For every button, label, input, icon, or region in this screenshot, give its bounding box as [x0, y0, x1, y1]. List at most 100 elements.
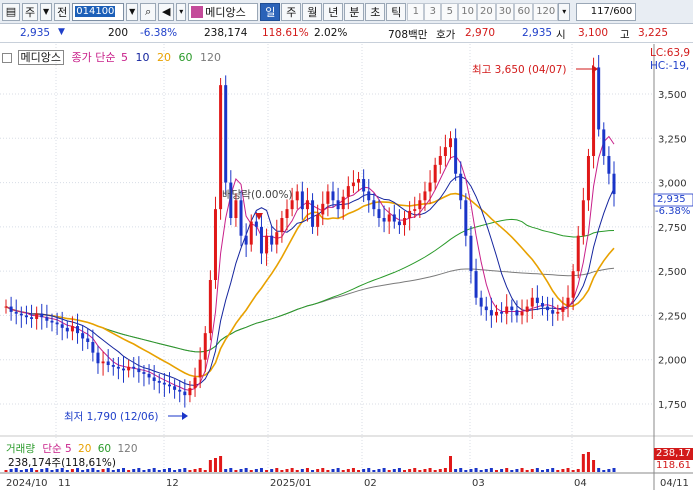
- volume-bar: [183, 468, 187, 472]
- interval-10[interactable]: 10: [458, 2, 477, 21]
- candle-body: [546, 306, 550, 311]
- date-tick-label: 02: [364, 478, 377, 489]
- candle-body: [331, 191, 335, 201]
- prev-button[interactable]: 전: [54, 2, 71, 21]
- interval-20[interactable]: 20: [476, 2, 496, 21]
- turnover-rate: 2.02%: [314, 27, 348, 39]
- period-tick[interactable]: 틱: [386, 2, 407, 21]
- candle-body: [556, 311, 560, 314]
- candle-body: [459, 173, 463, 201]
- quote-bar: 2,935 ▼ 200 -6.38% 238,174 118.61% 2.02%…: [0, 24, 693, 43]
- volume-legend-label: 거래량: [6, 443, 35, 455]
- code-dropdown-icon[interactable]: ▼: [126, 2, 139, 21]
- chart-area[interactable]: 3,500 3,250 3,000 2,750 2,500 2,250 2,000 1,750…: [0, 44, 693, 490]
- high-annotation: 최고 3,650 (04/07): [472, 64, 567, 76]
- candle-body: [111, 365, 115, 367]
- candle-body: [239, 200, 243, 236]
- candle-body: [244, 235, 248, 245]
- interval-3[interactable]: 3: [424, 2, 442, 21]
- volume-bar: [515, 469, 519, 472]
- volume-bar: [566, 468, 570, 472]
- price-tag-value: 2,935: [657, 194, 686, 205]
- candle-body: [474, 271, 478, 298]
- menu-button[interactable]: 주: [22, 2, 39, 21]
- candle-body: [316, 214, 320, 227]
- date-tick-label: 12: [166, 478, 179, 489]
- volume-bar: [300, 469, 304, 472]
- volume-bar: [239, 469, 243, 472]
- candle-body: [346, 186, 350, 197]
- candle-body: [70, 326, 74, 332]
- volume-bar: [224, 469, 228, 472]
- volume-bar: [142, 470, 146, 472]
- volume-bar: [147, 469, 151, 472]
- interval-120[interactable]: 120: [533, 2, 559, 21]
- interval-30[interactable]: 30: [495, 2, 515, 21]
- volume-bar: [295, 470, 299, 472]
- volume-bar: [500, 469, 504, 472]
- candle-body: [96, 352, 100, 364]
- candle-body: [484, 306, 488, 311]
- volume-bar: [607, 469, 611, 472]
- candle-body: [540, 303, 544, 307]
- candle-body: [270, 235, 274, 245]
- candle-body: [392, 214, 396, 222]
- volume-bar: [290, 468, 294, 472]
- volume-bar: [285, 469, 289, 472]
- period-year[interactable]: 년: [323, 2, 344, 21]
- volume-bar: [357, 470, 361, 472]
- period-second[interactable]: 초: [365, 2, 386, 21]
- volume-bar: [280, 470, 284, 472]
- candle-body: [387, 214, 391, 222]
- period-week[interactable]: 주: [281, 2, 302, 21]
- volume-bar: [397, 468, 401, 472]
- volume-bar: [520, 468, 524, 472]
- candle-body: [449, 138, 453, 148]
- candle-body: [259, 226, 263, 254]
- interval-1[interactable]: 1: [407, 2, 425, 21]
- stock-code-input[interactable]: 014100: [72, 2, 125, 21]
- menu-dropdown-icon[interactable]: ▼: [40, 2, 53, 21]
- volume-bar: [494, 470, 498, 472]
- date-tick-label: 11: [58, 478, 71, 489]
- volume-bar: [96, 470, 100, 472]
- volume-bar: [111, 470, 115, 472]
- candle-body: [413, 209, 417, 211]
- period-day[interactable]: 일: [260, 2, 281, 21]
- volume-value-label: 238,174주(118,61%): [8, 457, 116, 469]
- volume-bar: [4, 470, 8, 472]
- low-annotation: 최저 1,790 (12/06): [64, 411, 159, 423]
- candle-body: [433, 164, 437, 183]
- volume-bar: [551, 468, 555, 472]
- candle-body: [551, 310, 555, 314]
- volume-bar: [259, 468, 263, 472]
- date-tick-label: 03: [472, 478, 485, 489]
- candle-body: [137, 368, 141, 373]
- speaker-icon[interactable]: ◀: [158, 2, 175, 21]
- speaker-dropdown-icon[interactable]: ▾: [176, 2, 187, 21]
- interval-60[interactable]: 60: [514, 2, 534, 21]
- stock-tag-icon: [191, 5, 204, 18]
- stock-name-field[interactable]: 메디앙스: [188, 2, 259, 21]
- candle-body: [479, 297, 483, 307]
- volume-bar: [234, 470, 238, 472]
- search-icon[interactable]: ⌕: [140, 2, 157, 21]
- candle-body: [19, 313, 23, 316]
- page-counter[interactable]: 117/600: [576, 2, 637, 21]
- interval-5[interactable]: 5: [441, 2, 459, 21]
- candle-body: [224, 85, 228, 183]
- chart-settings-icon[interactable]: [2, 53, 12, 63]
- candle-body: [505, 306, 509, 314]
- candle-body: [576, 235, 580, 272]
- volume-bar: [433, 470, 437, 472]
- volume-bar: [265, 470, 269, 472]
- volume-bar: [484, 469, 488, 472]
- period-month[interactable]: 월: [302, 2, 323, 21]
- candle-body: [167, 384, 171, 387]
- settings-icon[interactable]: ▤: [2, 2, 20, 21]
- legend-stock-name[interactable]: 메디앙스: [17, 50, 64, 65]
- candle-body: [581, 200, 585, 236]
- period-minute[interactable]: 분: [344, 2, 365, 21]
- interval-dropdown-icon[interactable]: ▾: [558, 2, 571, 21]
- candle-body: [275, 232, 279, 245]
